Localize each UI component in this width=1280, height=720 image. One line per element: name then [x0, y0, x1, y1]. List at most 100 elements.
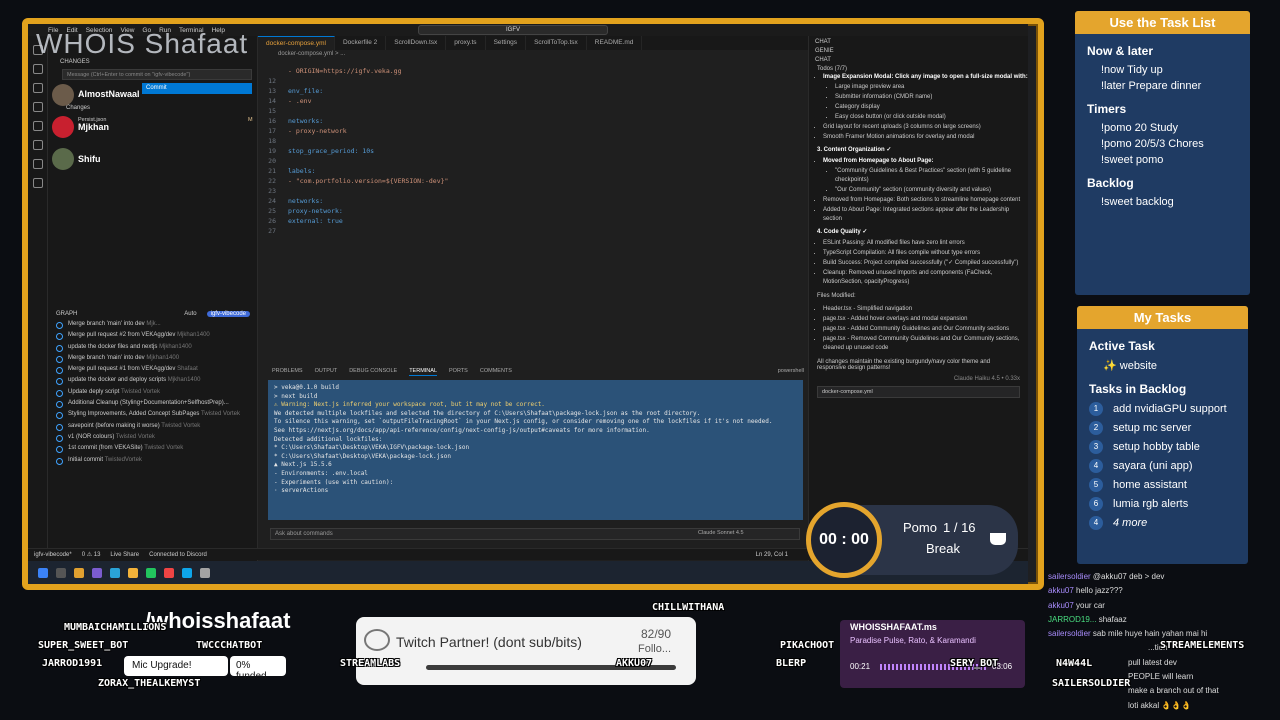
discord-icon[interactable]	[92, 567, 102, 578]
start-icon[interactable]	[38, 567, 48, 578]
graph-row[interactable]: Initial commit TwistedVortek	[48, 455, 258, 466]
chat-title: CHAT	[815, 39, 831, 45]
app-icon[interactable]	[146, 567, 156, 578]
status-position[interactable]: Ln 29, Col 1	[756, 552, 788, 558]
editor-tabs: docker-compose.yml Dockerfile 2 ScrollDo…	[258, 36, 808, 50]
active-heading: Active Task	[1089, 339, 1155, 353]
graph-row[interactable]: Merge branch 'main' into dev Mjk...	[48, 319, 258, 330]
commit-message-input[interactable]: Message (Ctrl+Enter to commit on "igfv-v…	[62, 69, 252, 80]
tab-debug-console[interactable]: DEBUG CONSOLE	[349, 368, 397, 376]
my-tasks-title: My Tasks	[1077, 306, 1248, 329]
changes-subheader[interactable]: Changes	[66, 105, 90, 111]
breadcrumb[interactable]: docker-compose.yml > ...	[278, 51, 345, 57]
tab-output[interactable]: OUTPUT	[315, 368, 338, 376]
vscode-icon[interactable]	[182, 567, 192, 578]
docker-icon[interactable]	[32, 178, 43, 188]
extensions-icon[interactable]	[32, 121, 43, 131]
status-discord[interactable]: Connected to Discord	[149, 552, 207, 558]
viewer-name: N4W44L	[1056, 658, 1093, 669]
tab-terminal[interactable]: TERMINAL	[409, 368, 437, 376]
goal-title: Twitch Partner! (dont sub/bits)	[396, 634, 582, 650]
graph-header: GRAPH	[56, 311, 78, 317]
more-tasks: 44 more	[1089, 516, 1248, 530]
song-title: Paradise Pulse, Rato, & Karamandi	[850, 636, 976, 645]
avatar	[52, 148, 74, 170]
todos-toggle[interactable]: Todos (7/7)	[809, 66, 1028, 72]
viewer-name: ZORAX_THEALKEMYST	[98, 678, 201, 689]
model-selector[interactable]: Claude Sonnet 4.5	[698, 530, 744, 536]
testing-icon[interactable]	[32, 159, 43, 169]
viewer-name: CHILLWITHANA	[652, 602, 725, 613]
tab-proxy[interactable]: proxy.ts	[446, 36, 486, 50]
activity-bar	[28, 36, 48, 561]
terminal[interactable]: > veka@0.1.0 build > next build ⚠ Warnin…	[268, 380, 803, 520]
backlog-heading: Tasks in Backlog	[1089, 382, 1187, 396]
command-text: !sweet pomo	[1101, 154, 1164, 166]
twitch-handle: /whoisshafaat	[145, 608, 291, 633]
status-errors[interactable]: 0 ⚠ 13	[82, 551, 101, 558]
graph-auto[interactable]: Auto	[184, 311, 196, 317]
tab-dockerfile[interactable]: Dockerfile 2	[335, 36, 387, 50]
graph-row[interactable]: savepoint (before making it worse) Twist…	[48, 421, 258, 432]
code-view[interactable]: - ORIGIN=https://igfv.veka.gg 12 13 env_…	[258, 66, 808, 236]
tab-problems[interactable]: PROBLEMS	[272, 368, 303, 376]
overlay-title: WHOIS Shafaat	[36, 28, 249, 59]
active-task: ✨ website	[1103, 360, 1158, 372]
chat-footer: Claude Haiku 4.5 • 0.33x	[953, 376, 1020, 382]
tab-readme[interactable]: README.md	[587, 36, 643, 50]
graph-row[interactable]: update the docker and deploy scripts Mjk…	[48, 375, 258, 386]
viewer-name: JARROD1991	[42, 658, 103, 669]
graph-row[interactable]: Update deply script Twisted Vortek	[48, 387, 258, 398]
graph-row[interactable]: Merge pull request #1 from VEKAgg/dev Sh…	[48, 364, 258, 375]
voice-user-name: AlmostNawaal	[78, 89, 140, 99]
folder-icon[interactable]	[74, 567, 84, 578]
graph-row[interactable]: Styling Improvements, Added Concept SubP…	[48, 409, 258, 420]
list-item: 4 sayara (uni app)	[1089, 459, 1248, 473]
pomo-label: Pomo	[903, 520, 937, 535]
tab-settings[interactable]: Settings	[486, 36, 527, 50]
remote-icon[interactable]	[32, 140, 43, 150]
now-playing: WHOISSHAFAAT.ms Paradise Pulse, Rato, & …	[840, 620, 1025, 688]
chat-panel: CHAT GENIE CHAT Todos (7/7) Image Expans…	[808, 36, 1028, 561]
chat-attachment[interactable]: docker-compose.yml	[817, 386, 1020, 398]
chat-message: JARROD19... shafaaz	[1048, 614, 1127, 624]
graph-row[interactable]: Additional Cleanup (Styling+Documentatio…	[48, 398, 258, 409]
source-control-panel: CHANGES Message (Ctrl+Enter to commit on…	[48, 36, 258, 561]
chrome-icon[interactable]	[128, 567, 138, 578]
task-list-title: Use the Task List	[1075, 11, 1250, 34]
run-debug-icon[interactable]	[32, 102, 43, 112]
panel-tabs: PROBLEMS OUTPUT DEBUG CONSOLE TERMINAL P…	[268, 366, 808, 378]
command-search[interactable]: IGFV	[418, 25, 608, 35]
tab-scrolldown[interactable]: ScrollDown.tsx	[386, 36, 447, 50]
mic-goal: Mic Upgrade!	[124, 656, 228, 676]
shell-selector[interactable]: powershell	[778, 368, 804, 376]
graph-row[interactable]: update the docker files and nextjs Mjkha…	[48, 342, 258, 353]
command-text: !pomo 20 Study	[1101, 122, 1179, 134]
commit-button[interactable]: Commit	[142, 83, 252, 94]
tab-docker-compose[interactable]: docker-compose.yml	[258, 36, 335, 50]
graph-row[interactable]: Merge pull request #2 from VEKAgg/dev Mj…	[48, 330, 258, 341]
app-icon[interactable]	[164, 567, 174, 578]
app-icon[interactable]	[200, 567, 210, 578]
song-elapsed: 00:21	[850, 662, 871, 671]
edge-icon[interactable]	[110, 567, 120, 578]
tab-ports[interactable]: PORTS	[449, 368, 468, 376]
tab-scrolltotop[interactable]: ScrollToTop.tsx	[526, 36, 587, 50]
graph-row[interactable]: 1st commit (from VEKASite) Twisted Vorte…	[48, 443, 258, 454]
source-control-icon[interactable]	[32, 83, 43, 93]
viewer-name: SUPER_SWEET_BOT	[38, 640, 129, 651]
tab-comments[interactable]: COMMENTS	[480, 368, 512, 376]
genie-header[interactable]: GENIE	[809, 48, 1028, 57]
voice-user-name: Shifu	[78, 154, 101, 164]
section-heading: Now & later	[1087, 44, 1154, 58]
section-heading: Backlog	[1087, 176, 1134, 190]
graph-row[interactable]: Merge branch 'main' into dev Mjkhan1400	[48, 353, 258, 364]
graph-row[interactable]: v1 (NOR colours) Twisted Vortek	[48, 432, 258, 443]
avatar	[52, 84, 74, 106]
search-icon[interactable]	[56, 567, 66, 578]
status-branch[interactable]: igfv-vibecode*	[34, 552, 72, 558]
search-icon[interactable]	[32, 64, 43, 74]
status-liveshare[interactable]: Live Share	[110, 552, 139, 558]
heart-handshake-icon	[364, 629, 390, 651]
command-text: !later Prepare dinner	[1101, 80, 1202, 92]
